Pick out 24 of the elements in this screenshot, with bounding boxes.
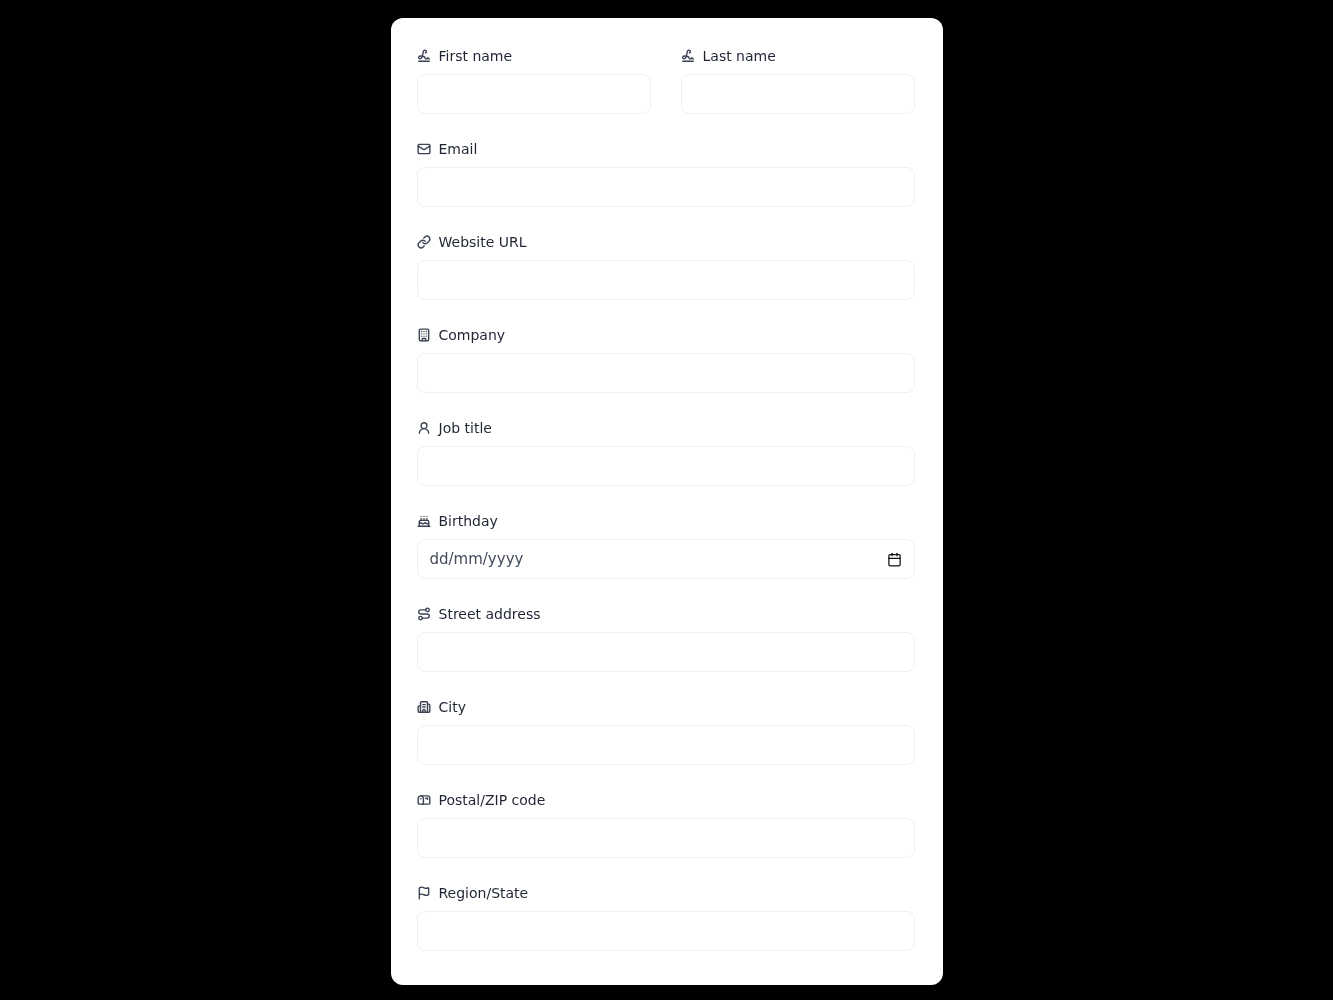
field-icon [416,700,431,714]
field-label: Job title [438,420,492,436]
field-icon [416,235,431,249]
field-icon [416,421,431,435]
field-icon [416,607,431,621]
field-label: Website URL [438,234,527,250]
field-label: Email [438,141,478,157]
field-icon [416,514,431,528]
field-icon [416,886,431,900]
field-label: Company [438,327,506,343]
field-label: Last name [702,48,776,64]
field-label: City [438,699,466,715]
field-icon [416,793,431,807]
field-label: Street address [438,606,541,622]
field-icon [416,49,431,63]
field-icon [416,142,431,156]
field-label: First name [438,48,513,64]
field-icon [416,328,431,342]
field-label: Region/State [438,885,529,901]
field-label: Postal/ZIP code [438,792,546,808]
field-icon [680,49,695,63]
date-field[interactable]: dd/mm/yyyy [416,539,915,579]
calendar-icon[interactable] [886,551,902,567]
field-label: Birthday [438,513,498,529]
